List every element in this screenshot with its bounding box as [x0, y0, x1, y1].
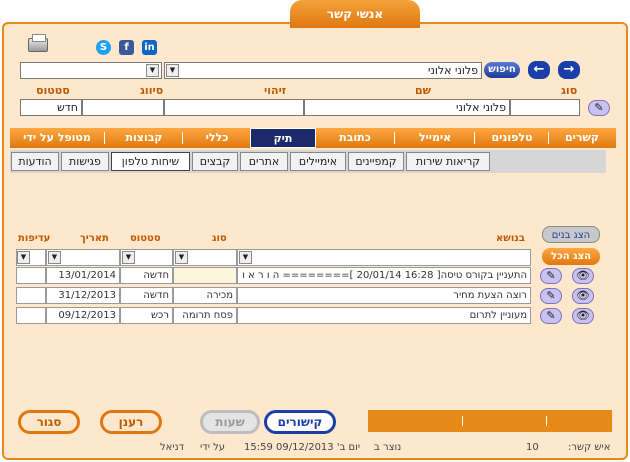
classification-field[interactable] — [82, 99, 164, 116]
linkedin-icon[interactable]: in — [142, 40, 157, 55]
name-field[interactable]: פלוני אלוני — [304, 99, 510, 116]
printer-icon[interactable] — [28, 34, 48, 52]
table-row-date: 31/12/2013 — [46, 287, 120, 304]
view-icon[interactable]: 👁 — [572, 308, 594, 324]
header-status: סטטוס — [130, 233, 161, 244]
footer-contact-label: איש קשר: — [568, 442, 611, 453]
tab-general[interactable]: כללי — [190, 128, 244, 148]
tab-handled-by[interactable]: מטופל על ידי — [14, 128, 100, 148]
id-field[interactable] — [164, 99, 304, 116]
subtab-campaigns[interactable]: קמפיינים — [348, 152, 404, 171]
subtab-service-calls[interactable]: קריאות שירות — [406, 152, 490, 171]
subtab-meetings[interactable]: פגישות — [61, 152, 109, 171]
edit-icon[interactable]: ✎ — [588, 100, 610, 116]
chevron-down-icon[interactable]: ▼ — [48, 251, 61, 264]
tab-separator — [474, 132, 475, 144]
search-button[interactable]: חיפוש — [484, 62, 520, 78]
table-row-priority — [16, 287, 46, 304]
tab-separator — [394, 132, 395, 144]
refresh-button[interactable]: רענן — [100, 410, 162, 434]
skype-icon[interactable]: S — [96, 40, 111, 55]
classification-label: סיווג — [140, 84, 164, 97]
footer-by-value: דניאל — [160, 442, 185, 453]
tab-links[interactable]: קשרים — [552, 128, 612, 148]
header-type: סוג — [212, 233, 227, 244]
status-field[interactable]: חדש — [20, 99, 82, 116]
table-row-type: פסח תרומה — [173, 307, 237, 324]
chevron-down-icon[interactable]: ▼ — [17, 251, 30, 264]
header-subject: בנושא — [496, 233, 525, 244]
forward-button[interactable]: → — [558, 61, 580, 79]
tab-file[interactable]: תיק — [250, 128, 316, 148]
subtab-messages[interactable]: הודעות — [11, 152, 59, 171]
back-button[interactable]: ← — [528, 61, 550, 79]
subtab-files[interactable]: קבצים — [192, 152, 238, 171]
view-icon[interactable]: 👁 — [572, 288, 594, 304]
status-strip — [368, 410, 612, 432]
tab-groups[interactable]: קבוצות — [112, 128, 176, 148]
tab-address[interactable]: כתובת — [322, 128, 388, 148]
type-field[interactable] — [510, 99, 580, 116]
footer-created-label: נוצר ב — [374, 442, 402, 453]
table-row-type — [173, 267, 237, 284]
subtab-sites[interactable]: אתרים — [240, 152, 288, 171]
edit-icon[interactable]: ✎ — [540, 308, 562, 324]
table-row-status: חדשה — [120, 267, 173, 284]
name-label: שם — [415, 84, 432, 97]
hours-button[interactable]: שעות — [200, 410, 260, 434]
table-row-date: 09/12/2013 — [46, 307, 120, 324]
table-row-status: חדשה — [120, 287, 173, 304]
tab-phones[interactable]: טלפונים — [480, 128, 544, 148]
header-date: תאריך — [80, 233, 109, 244]
tab-separator — [104, 132, 105, 144]
footer-by-label: על ידי — [200, 442, 226, 453]
chevron-down-icon[interactable]: ▼ — [122, 251, 135, 264]
facebook-icon[interactable]: f — [119, 40, 134, 55]
table-row-status: רכש — [120, 307, 173, 324]
header-priority: עדיפות — [18, 233, 51, 244]
secondary-select[interactable] — [20, 62, 162, 79]
table-row-type: מכירה — [173, 287, 237, 304]
strip-separator — [462, 416, 463, 426]
footer-contact-value: 10 — [526, 442, 539, 453]
table-row-subject[interactable]: מעוניין לתרום — [237, 307, 531, 324]
chevron-down-icon[interactable]: ▼ — [175, 251, 188, 264]
strip-separator — [546, 416, 547, 426]
subtab-emails[interactable]: אימיילים — [290, 152, 346, 171]
show-children-button[interactable]: הצג בנים — [542, 226, 600, 243]
table-row-date: 13/01/2014 — [46, 267, 120, 284]
tab-separator — [182, 132, 183, 144]
subtab-phone-calls[interactable]: שיחות טלפון — [111, 152, 190, 171]
view-icon[interactable]: 👁 — [572, 268, 594, 284]
table-row-subject[interactable]: התעניין בקורס טיסה[ 16:28 20/01/14 ]====… — [237, 267, 531, 284]
table-row-priority — [16, 267, 46, 284]
tab-email[interactable]: אימייל — [402, 128, 468, 148]
links-button[interactable]: קישורים — [264, 410, 336, 434]
status-label: סטטוס — [36, 84, 70, 97]
filter-subject[interactable] — [237, 249, 531, 266]
edit-icon[interactable]: ✎ — [540, 268, 562, 284]
footer-created-value: יום ב' 09/12/2013 15:59 — [244, 442, 361, 453]
edit-icon[interactable]: ✎ — [540, 288, 562, 304]
tab-separator — [548, 132, 549, 144]
close-button[interactable]: סגור — [18, 410, 80, 434]
table-row-subject[interactable]: רוצה הצעת מחיר — [237, 287, 531, 304]
show-all-button[interactable]: הצג הכל — [542, 248, 600, 265]
id-label: זיהוי — [264, 84, 287, 97]
contact-select[interactable]: פלוני אלוני — [164, 62, 482, 79]
chevron-down-icon[interactable]: ▼ — [239, 251, 252, 264]
table-row-priority — [16, 307, 46, 324]
chevron-down-icon[interactable]: ▼ — [166, 64, 179, 77]
chevron-down-icon[interactable]: ▼ — [146, 64, 159, 77]
type-label: סוג — [561, 84, 578, 97]
window-title: אנשי קשר — [290, 0, 420, 28]
